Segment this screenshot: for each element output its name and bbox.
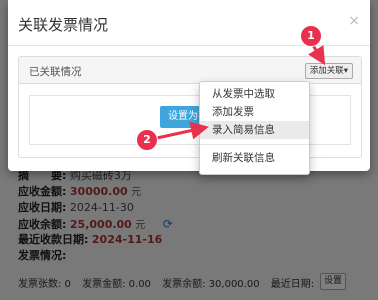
associated-panel: 已关联情况 添加关联▾ 设置为不需要 bbox=[18, 56, 362, 158]
menu-divider bbox=[200, 144, 309, 145]
panel-title: 已关联情况 bbox=[29, 66, 82, 78]
menu-item-enter-simple-info[interactable]: 录入简易信息 bbox=[200, 121, 309, 139]
add-association-button[interactable]: 添加关联▾ bbox=[304, 63, 353, 79]
modal-title: 关联发票情况 bbox=[18, 16, 109, 34]
panel-header: 已关联情况 添加关联▾ bbox=[19, 57, 361, 84]
close-icon[interactable]: × bbox=[348, 13, 360, 29]
step-badge-2: 2 bbox=[136, 129, 158, 151]
menu-item-refresh-association[interactable]: 刷新关联信息 bbox=[200, 149, 309, 167]
menu-item-add-invoice[interactable]: 添加发票 bbox=[200, 103, 309, 121]
step-badge-1: 1 bbox=[300, 25, 322, 47]
add-association-dropdown: 从发票中选取 添加发票 录入简易信息 刷新关联信息 bbox=[199, 81, 310, 175]
menu-item-select-from-invoices[interactable]: 从发票中选取 bbox=[200, 85, 309, 103]
